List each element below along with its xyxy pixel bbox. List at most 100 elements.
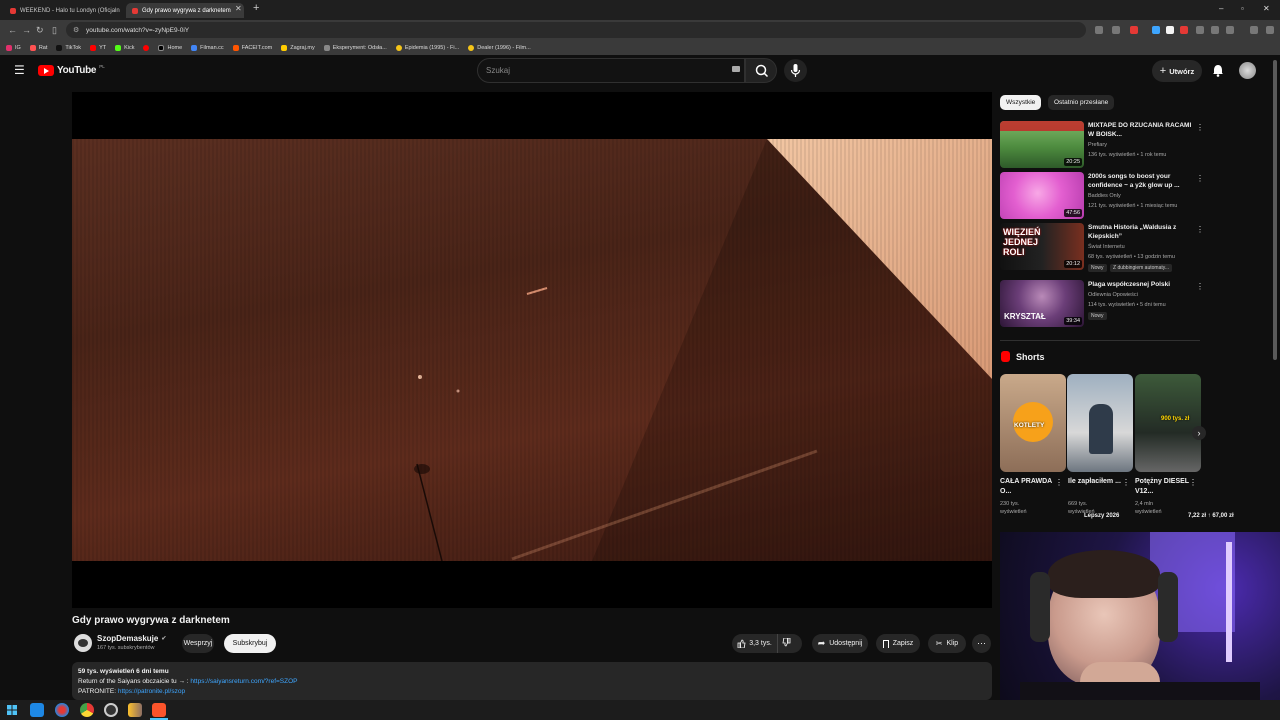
browser-tab-bar: WEEKEND - Halo tu Londyn (Oficjaln Gdy p…	[0, 0, 1280, 20]
extension-icon[interactable]	[1196, 26, 1204, 34]
save-button[interactable]: Zapisz	[876, 634, 920, 653]
extension-icon[interactable]	[1166, 26, 1174, 34]
short-thumbnail[interactable]: 900 tys. zł	[1135, 374, 1201, 472]
close-window-icon[interactable]: ✕	[1263, 4, 1270, 13]
browser-tab[interactable]: WEEKEND - Halo tu Londyn (Oficjaln	[4, 3, 122, 18]
bookmark-item[interactable]: Kick	[115, 44, 134, 51]
stream-overlay-text: 7,22 zł ↑ 67,00 zł	[1188, 513, 1234, 519]
filter-chip-recent[interactable]: Ostatnio przesłane	[1048, 95, 1115, 110]
new-tab-icon[interactable]: +	[253, 2, 259, 14]
like-button[interactable]: 3,3 tys.	[732, 634, 778, 653]
share-icon[interactable]	[1112, 26, 1120, 34]
bookmark-icon	[29, 44, 36, 51]
menu-icon[interactable]	[1266, 26, 1274, 34]
more-vertical-icon[interactable]: ⋮	[1196, 174, 1204, 183]
forward-icon[interactable]: →	[22, 25, 31, 35]
back-icon[interactable]: ←	[8, 25, 17, 35]
recommendation-item[interactable]: 20:25 MIXTAPE DO RZUCANIA RACAMI W BOISK…	[1000, 121, 1205, 169]
minimize-icon[interactable]: –	[1219, 4, 1223, 13]
bookmark-page-icon[interactable]: ▯	[52, 25, 57, 36]
bookmark-item[interactable]: TikTok	[56, 44, 81, 51]
stream-overlay-text: Lepszy 2026	[1084, 513, 1120, 519]
bookmark-item[interactable]	[143, 44, 150, 51]
bookmark-item[interactable]: Filman.cc	[191, 44, 224, 51]
bookmark-item[interactable]: Zagraj.my	[281, 44, 315, 51]
vscode-icon[interactable]	[30, 703, 44, 717]
keyboard-icon[interactable]	[732, 66, 740, 72]
subscribe-button[interactable]: Subskrybuj	[224, 634, 276, 653]
brave-shield-icon[interactable]	[1130, 26, 1138, 34]
shorts-logo-icon	[1001, 351, 1010, 362]
recommendation-meta: 114 tys. wyświetleń • 5 dni temu	[1088, 302, 1166, 308]
imdb-icon	[395, 44, 402, 51]
extension-icon[interactable]	[1226, 26, 1234, 34]
more-vertical-icon[interactable]: ⋮	[1122, 478, 1130, 487]
share-button[interactable]: ➦ Udostępnij	[812, 634, 868, 653]
notifications-bell-icon[interactable]	[1212, 64, 1224, 77]
bookmark-item[interactable]: Eksperyment: Odsła...	[323, 44, 387, 51]
extension-icon[interactable]	[1152, 26, 1160, 34]
more-vertical-icon[interactable]: ⋮	[1196, 225, 1204, 234]
channel-name[interactable]: SzopDemaskuje ✔	[97, 634, 166, 643]
playlist-icon[interactable]	[1250, 26, 1258, 34]
support-button[interactable]: Wesprzyj	[182, 634, 214, 653]
obs-icon[interactable]	[104, 703, 118, 717]
bookmark-item[interactable]: IG	[6, 44, 21, 51]
chrome-icon[interactable]	[80, 703, 94, 717]
bookmark-item[interactable]: FACEIT.com	[232, 44, 272, 51]
video-thumbnail[interactable]: 47:56	[1000, 172, 1084, 219]
maximize-icon[interactable]: ▫	[1241, 4, 1244, 13]
windows-start-icon[interactable]	[7, 705, 17, 715]
description-link[interactable]: https://patronite.pl/szop	[118, 688, 185, 695]
avatar[interactable]	[1239, 62, 1256, 79]
filter-chip-all[interactable]: Wszystkie	[1000, 95, 1042, 110]
recommendation-item[interactable]: KRYSZTAŁ 39:34 Plaga współczesnej Polski…	[1000, 280, 1205, 328]
recommendation-item[interactable]: WIĘZIEŃ JEDNEJ ROLI 20:12 Smutna Histori…	[1000, 223, 1205, 272]
clip-button[interactable]: ✂ Klip	[928, 634, 966, 653]
reload-icon[interactable]: ↻	[36, 25, 44, 36]
download-icon[interactable]	[1211, 26, 1219, 34]
bookmark-item[interactable]: Rat	[29, 44, 47, 51]
site-info-icon[interactable]: ⚙	[73, 26, 79, 34]
recommendation-item[interactable]: 47:56 2000s songs to boost your confiden…	[1000, 172, 1205, 220]
app-icon[interactable]	[55, 703, 69, 717]
video-thumbnail[interactable]: 20:25	[1000, 121, 1084, 168]
description-link[interactable]: https://saiyansreturn.com/?ref=SZOP	[190, 678, 297, 685]
more-vertical-icon[interactable]: ⋮	[1196, 123, 1204, 132]
app-icon[interactable]	[128, 703, 142, 717]
search-input[interactable]: Szukaj	[477, 58, 745, 83]
browser-tab-active[interactable]: Gdy prawo wygrywa z darknetem	[126, 3, 244, 18]
more-actions-button[interactable]: ⋯	[972, 634, 991, 653]
shorts-next-button[interactable]: ›	[1192, 426, 1206, 440]
voice-search-button[interactable]	[784, 59, 807, 82]
video-thumbnail[interactable]: KRYSZTAŁ 39:34	[1000, 280, 1084, 327]
chevron-right-icon: ›	[1197, 428, 1201, 438]
close-tab-icon[interactable]: ✕	[235, 4, 242, 13]
address-bar[interactable]: ⚙ youtube.com/watch?v=-zyNpE9-0iY	[66, 22, 1086, 38]
extension-icon[interactable]	[1180, 26, 1188, 34]
short-thumbnail[interactable]: KOTLETY	[1000, 374, 1066, 472]
brave-browser-icon[interactable]	[152, 703, 166, 717]
bookmark-item[interactable]: Home	[158, 44, 182, 51]
video-thumbnail[interactable]: WIĘZIEŃ JEDNEJ ROLI 20:12	[1000, 223, 1084, 270]
bookmark-item[interactable]: Epidemia (1995) - Fi...	[395, 44, 459, 51]
view-stats: 59 tys. wyświetleń 6 dni temu	[78, 668, 169, 675]
search-button[interactable]	[745, 58, 777, 83]
description-line: PATRONITE: https://patronite.pl/szop	[78, 687, 986, 697]
more-vertical-icon[interactable]: ⋮	[1189, 478, 1197, 487]
bookmark-item[interactable]: Dealer (1996) - Film...	[468, 44, 531, 51]
more-vertical-icon[interactable]: ⋮	[1196, 282, 1204, 291]
dislike-button[interactable]	[782, 637, 791, 649]
description-box[interactable]: 59 tys. wyświetleń 6 dni temu Return of …	[72, 662, 992, 700]
more-vertical-icon[interactable]: ⋮	[1055, 478, 1063, 487]
youtube-logo[interactable]: YouTube PL	[38, 64, 105, 76]
video-player[interactable]	[72, 92, 992, 608]
share-arrow-icon: ➦	[817, 638, 826, 648]
channel-avatar[interactable]	[74, 634, 92, 652]
extension-icon[interactable]	[1095, 26, 1103, 34]
page-scrollbar[interactable]	[1273, 60, 1277, 360]
hamburger-menu-icon[interactable]: ☰	[14, 63, 25, 77]
create-button[interactable]: + Utwórz	[1152, 60, 1202, 82]
bookmark-item[interactable]: YT	[90, 44, 106, 51]
short-thumbnail[interactable]	[1067, 374, 1133, 472]
